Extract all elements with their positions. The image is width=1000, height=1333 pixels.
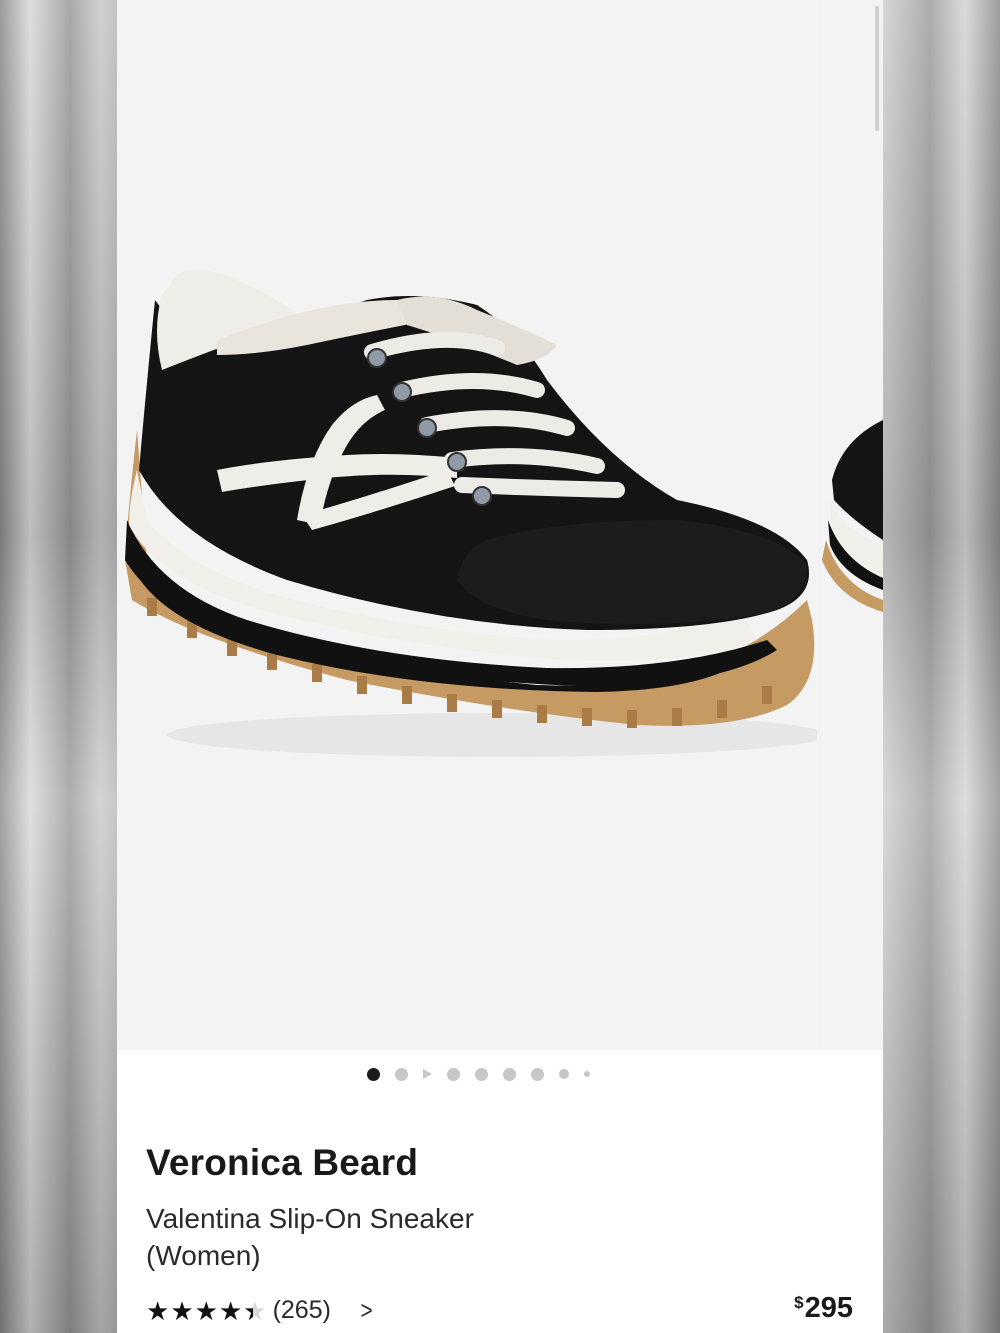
image-gallery[interactable] — [117, 0, 883, 1050]
sneaker-illustration — [125, 269, 827, 757]
star-icon: ★ — [194, 1295, 218, 1326]
scrollbar[interactable] — [875, 6, 879, 131]
product-price: $ 295 — [794, 1292, 853, 1325]
price-currency: $ — [794, 1293, 804, 1312]
chevron-right-icon[interactable]: > — [360, 1295, 372, 1326]
pagination-dot[interactable] — [584, 1071, 590, 1077]
pagination-dot[interactable] — [559, 1069, 569, 1079]
rating-summary[interactable]: ★ ★ ★ ★ ★★ (265) > — [146, 1295, 374, 1326]
star-icon: ★ — [170, 1295, 194, 1326]
star-icon: ★ — [146, 1295, 170, 1326]
play-icon[interactable] — [423, 1069, 432, 1079]
gallery-pagination — [367, 1066, 590, 1082]
pagination-dot-active[interactable] — [367, 1067, 380, 1081]
pagination-dot[interactable] — [447, 1067, 460, 1081]
partial-star-icon: ★★ — [243, 1295, 267, 1326]
product-image[interactable] — [117, 0, 827, 1050]
pagination-dot[interactable] — [395, 1067, 408, 1081]
pagination-dot[interactable] — [531, 1067, 544, 1081]
pagination-dot[interactable] — [475, 1067, 488, 1081]
brand-name[interactable]: Veronica Beard — [146, 1142, 418, 1184]
sneaker-peek-illustration — [822, 420, 883, 612]
star-icon: ★ — [218, 1295, 243, 1326]
next-product-image[interactable] — [822, 0, 883, 1050]
product-title: Valentina Slip-On Sneaker (Women) — [146, 1203, 474, 1271]
pagination-dot[interactable] — [503, 1067, 516, 1081]
review-count[interactable]: (265) — [273, 1296, 331, 1325]
product-page: Veronica Beard Valentina Slip-On Sneaker… — [117, 0, 883, 1333]
star-rating: ★ ★ ★ ★ ★★ — [146, 1298, 267, 1324]
price-amount: 295 — [804, 1292, 853, 1324]
